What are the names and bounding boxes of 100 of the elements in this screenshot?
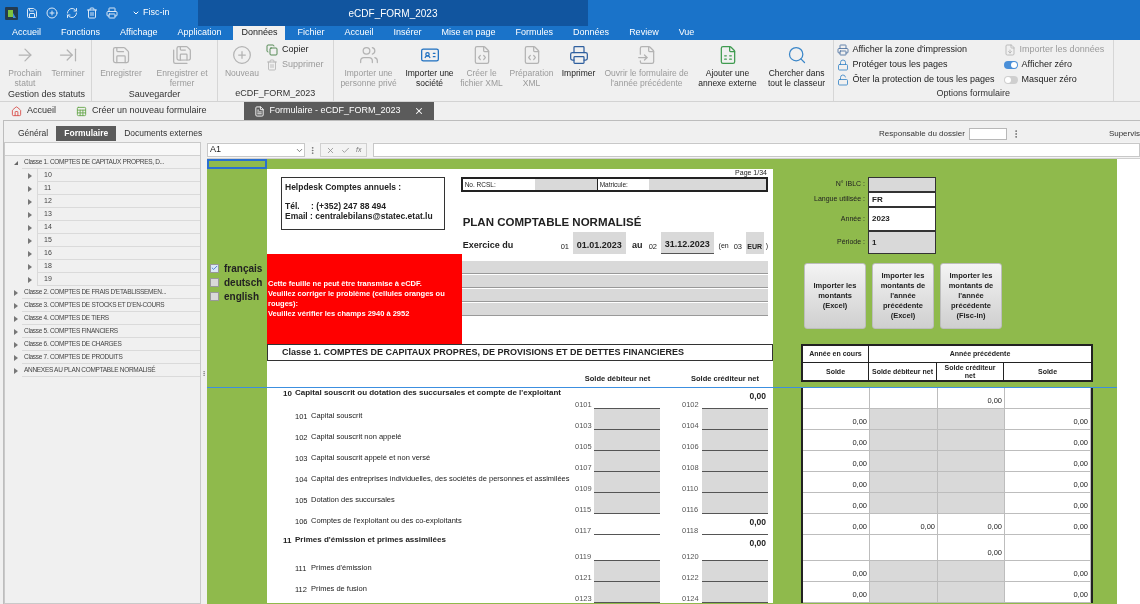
input-cell[interactable] [594, 582, 660, 603]
ribbon-button[interactable]: Ôter la protection de tous les pages [836, 73, 995, 87]
input-cell[interactable] [938, 472, 1005, 493]
fisc-in-menu[interactable]: Fisc-in [132, 6, 170, 20]
ribbon-button[interactable]: Afficher la zone d'impression [836, 43, 995, 57]
language-option[interactable]: deutsch [210, 276, 267, 288]
input-cell[interactable] [870, 409, 938, 430]
ribbon-tab[interactable]: Accueil [336, 26, 382, 40]
input-field[interactable] [968, 127, 1007, 140]
trash-icon[interactable] [86, 7, 98, 19]
ribbon-tab[interactable]: Fichier [289, 26, 333, 40]
save-icon[interactable] [26, 7, 38, 19]
input-cell[interactable] [702, 582, 768, 603]
input-cell[interactable] [702, 493, 768, 514]
input-cell[interactable] [870, 472, 938, 493]
input-cell[interactable] [938, 582, 1005, 603]
ribbon-button[interactable]: Chercher dans tout le classeur [763, 43, 830, 88]
ribbon-tab[interactable]: Données [565, 26, 618, 40]
name-box[interactable]: A1 [207, 143, 305, 157]
input-cell[interactable] [594, 409, 660, 430]
input-cell[interactable] [594, 430, 660, 451]
expand-arrow-icon[interactable] [27, 198, 33, 205]
info-field[interactable]: 2023 [868, 207, 936, 231]
ribbon-tab[interactable]: Application [169, 26, 230, 40]
checkbox[interactable] [210, 277, 219, 287]
section-tab[interactable]: Formulaire [56, 126, 117, 141]
expand-arrow-icon[interactable] [27, 276, 33, 283]
input-cell[interactable] [594, 451, 660, 472]
toggle-switch[interactable]: Afficher zéro [1003, 58, 1105, 72]
input-cell[interactable] [594, 472, 660, 493]
input-cell[interactable] [938, 451, 1005, 472]
input-cell[interactable] [648, 179, 766, 190]
input-cell[interactable] [870, 430, 938, 451]
expand-arrow-icon[interactable] [13, 341, 19, 348]
input-cell[interactable] [870, 561, 938, 582]
expand-arrow-icon[interactable] [27, 172, 33, 179]
input-cell[interactable] [702, 451, 768, 472]
expand-arrow-icon[interactable] [13, 315, 19, 322]
ribbon-tab[interactable]: Formules [507, 26, 562, 40]
expand-arrow-icon[interactable] [13, 289, 19, 296]
ribbon-tab[interactable]: Fonctions [53, 26, 109, 40]
collapse-arrow-icon[interactable] [13, 159, 19, 166]
plus-circle-icon[interactable] [46, 7, 58, 19]
ribbon-tab[interactable]: Données [233, 26, 286, 40]
ribbon-button[interactable]: Importer une société [403, 43, 456, 88]
cancel-icon[interactable] [326, 145, 335, 155]
input-cell[interactable] [462, 275, 768, 288]
expand-arrow-icon[interactable] [27, 211, 33, 218]
info-field[interactable] [868, 177, 936, 192]
input-cell[interactable] [938, 561, 1005, 582]
input-cell[interactable] [462, 289, 768, 302]
checkbox[interactable] [210, 263, 219, 273]
input-cell[interactable] [702, 409, 768, 430]
input-cell[interactable] [938, 493, 1005, 514]
info-field[interactable]: FR [868, 192, 936, 207]
input-cell[interactable] [938, 409, 1005, 430]
ribbon-tab[interactable]: Mise en page [433, 26, 504, 40]
expand-arrow-icon[interactable] [27, 250, 33, 257]
document-tab[interactable]: Créer un nouveau formulaire [73, 102, 210, 120]
date-field[interactable]: 31.12.2023 [660, 232, 714, 254]
input-cell[interactable] [702, 472, 768, 493]
language-option[interactable]: english [210, 290, 267, 302]
language-option[interactable]: français [210, 262, 267, 274]
toggle-switch[interactable]: Masquer zéro [1003, 73, 1105, 87]
ribbon-tab[interactable]: Affichage [112, 26, 166, 40]
input-cell[interactable] [702, 561, 768, 582]
expand-arrow-icon[interactable] [27, 263, 33, 270]
ribbon-tab[interactable]: Accueil [4, 26, 49, 40]
input-cell[interactable] [534, 179, 597, 190]
input-cell[interactable] [594, 561, 660, 582]
app-logo-icon[interactable] [5, 6, 18, 20]
input-cell[interactable] [870, 493, 938, 514]
ribbon-tab[interactable]: Insérer [385, 26, 430, 40]
splitter-handle-icon[interactable] [201, 368, 207, 378]
document-tab[interactable]: Accueil [8, 102, 59, 120]
ribbon-tab[interactable]: Review [621, 26, 667, 40]
formula-input[interactable] [373, 143, 1140, 157]
expand-arrow-icon[interactable] [27, 185, 33, 192]
expand-arrow-icon[interactable] [13, 328, 19, 335]
input-cell[interactable] [594, 493, 660, 514]
ribbon-button[interactable]: Imprimer [558, 43, 599, 78]
refresh-icon[interactable] [66, 7, 78, 19]
expand-arrow-icon[interactable] [13, 354, 19, 361]
input-cell[interactable] [462, 261, 768, 274]
input-cell[interactable] [462, 303, 768, 316]
ribbon-button[interactable]: Copier [266, 43, 324, 57]
selected-cell[interactable] [207, 159, 267, 169]
input-cell[interactable] [702, 430, 768, 451]
expand-arrow-icon[interactable] [27, 224, 33, 231]
ribbon-tab[interactable]: Vue [670, 26, 703, 40]
printer-icon[interactable] [106, 7, 118, 19]
checkbox[interactable] [210, 291, 219, 301]
info-field[interactable]: 1 [868, 231, 936, 254]
check-icon[interactable] [341, 145, 350, 155]
expand-arrow-icon[interactable] [13, 367, 19, 374]
section-tab[interactable]: Documents externes [116, 126, 211, 141]
more-icon[interactable] [308, 145, 317, 155]
input-cell[interactable] [870, 582, 938, 603]
close-icon[interactable] [413, 106, 424, 116]
input-cell[interactable] [870, 451, 938, 472]
